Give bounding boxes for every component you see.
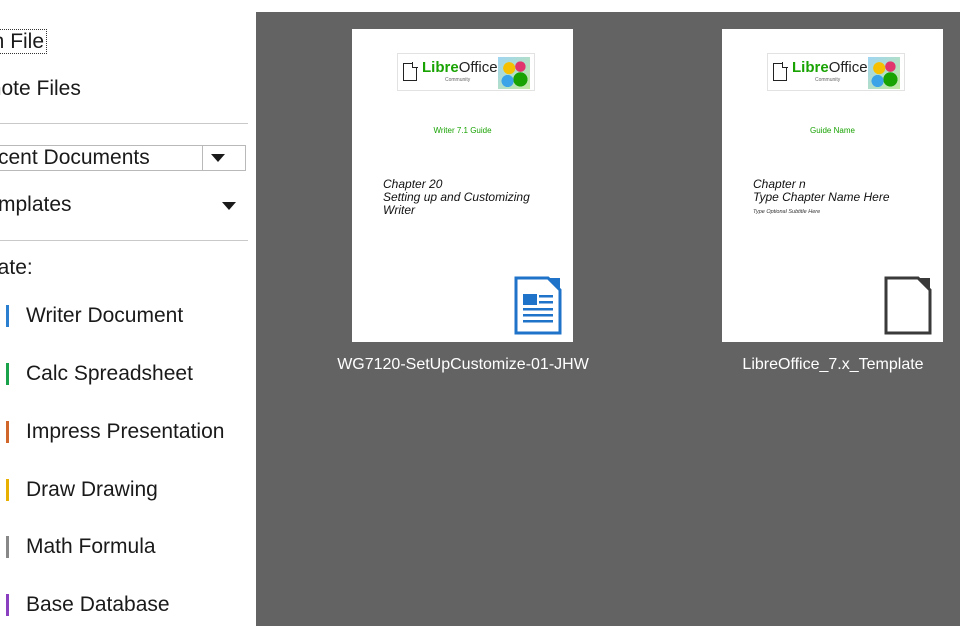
create-calc-spreadsheet-button[interactable]: Calc Spreadsheet	[26, 362, 193, 386]
recent-documents-area: LibreOffice Community Writer 7.1 Guide C…	[256, 12, 960, 626]
template-caption[interactable]: LibreOffice_7.x_Template	[682, 356, 960, 374]
remote-files-button[interactable]: mote Files	[0, 77, 81, 101]
math-accent-bar	[6, 536, 9, 558]
logo-subtitle: Community	[815, 77, 841, 83]
logo-wordmark: LibreOffice	[792, 59, 868, 76]
create-heading: eate:	[0, 256, 33, 279]
template-thumbnail[interactable]: LibreOffice Community Guide Name Chapter…	[722, 29, 943, 342]
create-math-formula-button[interactable]: Math Formula	[26, 535, 156, 559]
libreoffice-logo: LibreOffice Community	[397, 53, 535, 91]
open-file-label: en File	[0, 29, 48, 54]
open-file-button[interactable]: en File	[0, 29, 48, 54]
base-accent-bar	[6, 594, 9, 616]
writer-accent-bar	[6, 305, 9, 327]
create-draw-drawing-button[interactable]: Draw Drawing	[26, 478, 158, 502]
logo-subtitle: Community	[445, 77, 471, 83]
guide-name: Writer 7.1 Guide	[433, 126, 492, 135]
document-caption[interactable]: WG7120-SetUpCustomize-01-JHW	[308, 356, 618, 374]
writer-document-icon	[514, 276, 562, 335]
create-base-database-button[interactable]: Base Database	[26, 593, 170, 617]
chapter-title: Chapter 20 Setting up and Customizing Wr…	[383, 177, 530, 217]
document-thumbnail[interactable]: LibreOffice Community Writer 7.1 Guide C…	[352, 29, 573, 342]
draw-accent-bar	[6, 479, 9, 501]
logo-artwork	[868, 57, 900, 89]
separator	[0, 123, 248, 124]
impress-accent-bar	[6, 421, 9, 443]
calc-accent-bar	[6, 363, 9, 385]
chapter-title: Chapter n Type Chapter Name Here	[753, 177, 890, 204]
create-impress-presentation-button[interactable]: Impress Presentation	[26, 420, 224, 444]
window-top-strip	[0, 0, 960, 12]
recent-documents-dropdown-button[interactable]	[202, 146, 232, 170]
generic-document-icon	[884, 276, 932, 335]
chevron-down-icon	[211, 154, 225, 162]
guide-name: Guide Name	[810, 126, 855, 135]
page-icon	[773, 62, 788, 81]
recent-documents-label: cent Documents	[0, 146, 150, 169]
libreoffice-logo: LibreOffice Community	[767, 53, 905, 91]
templates-label: mplates	[0, 193, 72, 216]
create-writer-document-button[interactable]: Writer Document	[26, 304, 183, 328]
separator	[0, 240, 248, 241]
logo-wordmark: LibreOffice	[422, 59, 498, 76]
start-center-sidebar: en File mote Files cent Documents mplate…	[0, 12, 256, 626]
templates-dropdown[interactable]: mplates	[0, 192, 246, 218]
logo-artwork	[498, 57, 530, 89]
chapter-subtitle: Type Optional Subtitle Here	[753, 209, 821, 215]
recent-documents-dropdown[interactable]: cent Documents	[0, 145, 246, 171]
page-icon	[403, 62, 418, 81]
chevron-down-icon	[222, 202, 236, 210]
